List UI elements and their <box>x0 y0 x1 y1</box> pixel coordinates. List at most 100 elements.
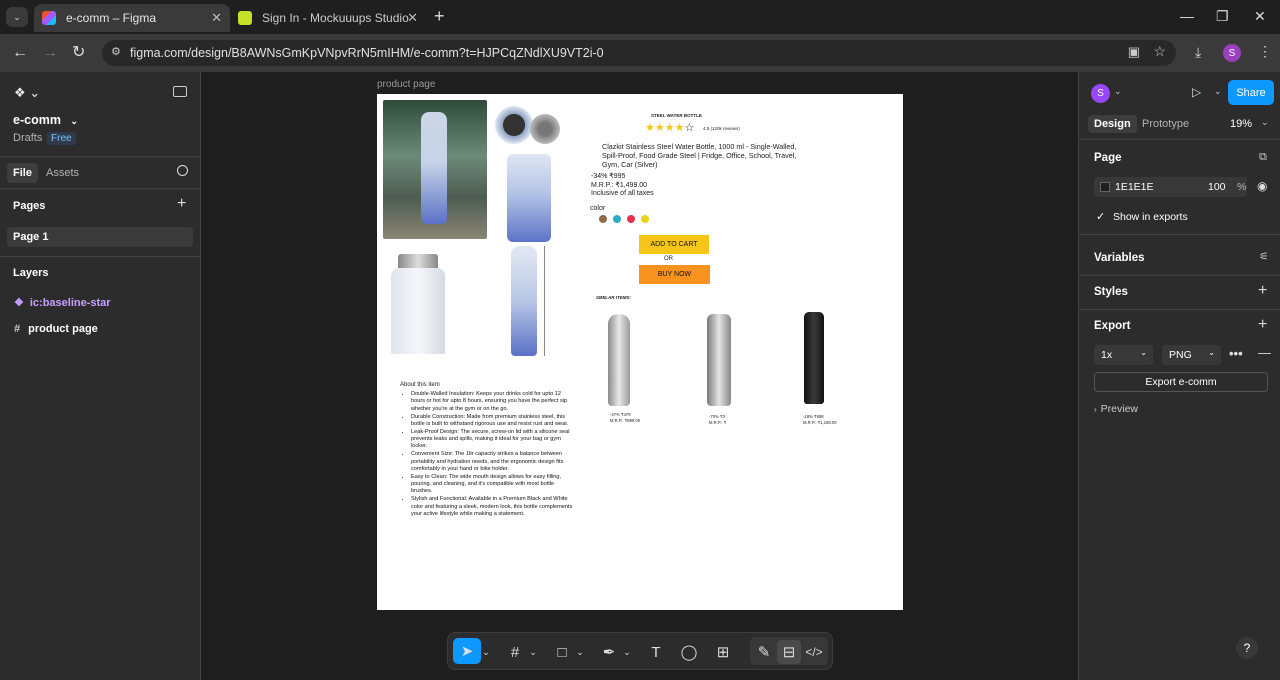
export-button[interactable]: Export e-comm <box>1094 372 1268 392</box>
layers-heading: Layers <box>13 267 49 279</box>
similar-bottle-image[interactable] <box>707 314 731 406</box>
url-text: figma.com/design/B8AWNsGmKpVNpvRrN5mIHM/… <box>130 46 604 60</box>
present-play-icon[interactable]: ▷ <box>1192 85 1201 99</box>
figma-main-menu-icon[interactable]: ❖ ⌄ <box>14 85 40 101</box>
design-mode-icon[interactable]: ⊟ <box>777 640 801 664</box>
add-style-icon[interactable]: + <box>1258 282 1267 300</box>
help-button[interactable]: ? <box>1236 637 1258 659</box>
move-tool-icon[interactable]: ➤ <box>453 638 481 664</box>
chevron-down-icon[interactable]: ⌄ <box>478 640 494 664</box>
tab-assets[interactable]: Assets <box>46 167 79 179</box>
draw-mode-icon[interactable]: ✎ <box>752 640 776 664</box>
actions-tool-icon[interactable]: ⊞ <box>711 640 735 664</box>
tab-file[interactable]: File <box>7 163 38 183</box>
page-item-page-1[interactable]: Page 1 <box>7 227 193 247</box>
similar-bottle-image[interactable] <box>608 314 630 406</box>
frame-tool-icon[interactable]: # <box>503 640 527 664</box>
layer-label: product page <box>28 323 98 335</box>
back-icon[interactable]: ← <box>12 43 28 63</box>
page-settings-icon[interactable]: ⧉ <box>1259 151 1267 164</box>
export-more-icon[interactable]: ••• <box>1229 346 1243 361</box>
chevron-down-icon[interactable]: ⌄ <box>1214 86 1222 97</box>
about-item: Easy to Clean: The wide mouth design all… <box>411 474 573 496</box>
page-heading: Page <box>1094 152 1122 164</box>
close-tab-icon[interactable]: ✕ <box>407 10 418 26</box>
star-icon: ★ <box>664 122 675 134</box>
chevron-down-icon[interactable]: ⌄ <box>572 640 588 664</box>
cap-image <box>495 106 533 144</box>
buy-now-button[interactable]: BUY NOW <box>639 265 710 284</box>
chevron-down-icon[interactable]: ⌄ <box>525 640 541 664</box>
product-page-frame[interactable]: STEEL WATER BOTTLE ★★★★☆ 4.5 (120k revie… <box>377 94 903 610</box>
address-bar[interactable]: ⚙ figma.com/design/B8AWNsGmKpVNpvRrN5mIH… <box>102 40 1176 66</box>
show-in-exports-checkbox[interactable]: ✓ <box>1096 210 1105 223</box>
color-swatch[interactable] <box>599 215 607 223</box>
close-window-icon[interactable]: ✕ <box>1254 8 1266 25</box>
add-page-icon[interactable]: + <box>177 195 186 213</box>
dev-mode-icon[interactable]: </> <box>802 640 826 664</box>
variables-settings-icon[interactable]: ⚟ <box>1259 250 1269 263</box>
chevron-down-icon[interactable]: ⌄ <box>1114 86 1122 97</box>
browser-tab-mockuuups[interactable]: Sign In - Mockuuups Studio ✕ <box>230 4 426 32</box>
remove-export-icon[interactable]: — <box>1258 345 1271 360</box>
chevron-down-icon[interactable]: ⌄ <box>1261 117 1269 128</box>
product-image-cap <box>492 102 564 148</box>
mrp-price: M.R.P.: ₹1,499.00 <box>591 182 648 189</box>
cast-icon[interactable]: ▣ <box>1128 44 1140 60</box>
zoom-level[interactable]: 19% <box>1230 118 1252 130</box>
about-item: Double-Walled Insulation: Keeps your dri… <box>411 391 573 413</box>
chevron-down-icon[interactable]: ⌄ <box>619 640 635 664</box>
frame-label[interactable]: product page <box>377 79 435 90</box>
tax-note: Inclusive of all taxes <box>591 190 654 197</box>
similar-bottle-image[interactable] <box>804 312 824 404</box>
export-format-select[interactable]: PNG ⌄ <box>1162 345 1221 365</box>
bookmark-star-icon[interactable]: ☆ <box>1153 43 1166 60</box>
layer-item-product-page[interactable]: # product page <box>14 323 98 335</box>
forward-icon[interactable]: → <box>42 43 58 63</box>
visibility-eye-icon[interactable]: ◉ <box>1257 179 1267 193</box>
add-export-icon[interactable]: + <box>1258 316 1267 334</box>
comment-tool-icon[interactable]: ◯ <box>677 640 701 664</box>
similar-price: -70% ₹3 <box>709 414 725 419</box>
similar-mrp: M.R.P.: ₹899.00 <box>610 418 641 423</box>
product-image-dimensions <box>501 244 561 362</box>
search-icon[interactable] <box>177 165 188 176</box>
color-swatch[interactable] <box>641 215 649 223</box>
new-tab-button[interactable]: + <box>434 6 445 27</box>
toggle-sidebar-icon[interactable] <box>173 86 187 97</box>
layer-item-ic-baseline-star[interactable]: ❖ ic:baseline-star <box>14 296 111 309</box>
close-tab-icon[interactable]: ✕ <box>211 10 222 26</box>
export-scale-select[interactable]: 1x ⌄ <box>1094 345 1153 365</box>
about-item: Convenient Size: The 1ltr capacity strik… <box>411 451 573 473</box>
tab-prototype[interactable]: Prototype <box>1142 118 1189 130</box>
pages-heading: Pages <box>13 200 46 212</box>
rectangle-tool-icon[interactable]: □ <box>550 640 574 664</box>
user-avatar[interactable]: S <box>1091 84 1110 103</box>
right-panel: S ⌄ ▷ ⌄ Share Design Prototype 19% ⌄ Pag… <box>1078 72 1280 680</box>
panel-divider <box>1079 275 1280 276</box>
similar-items-heading: SIMILAR ITEMS: <box>596 295 631 300</box>
preview-toggle[interactable]: › Preview <box>1094 403 1138 415</box>
profile-avatar[interactable]: S <box>1223 44 1241 62</box>
page-color-field[interactable]: 1E1E1E 100 % <box>1094 177 1247 197</box>
browser-tab-figma[interactable]: e-comm – Figma ✕ <box>34 4 230 32</box>
download-icon[interactable]: ⤓ <box>1195 44 1201 61</box>
drafts-label[interactable]: Drafts <box>13 132 42 144</box>
tab-design[interactable]: Design <box>1088 115 1137 133</box>
maximize-icon[interactable]: ❐ <box>1216 8 1229 25</box>
browser-tab-bar: ⌄ e-comm – Figma ✕ Sign In - Mockuuups S… <box>0 0 1280 34</box>
share-button[interactable]: Share <box>1228 80 1274 105</box>
color-swatch[interactable] <box>1100 182 1110 192</box>
reload-icon[interactable]: ↻ <box>72 43 85 63</box>
pen-tool-icon[interactable]: ✒ <box>597 640 621 664</box>
color-swatch[interactable] <box>627 215 635 223</box>
file-name[interactable]: e-comm ⌄ <box>13 113 78 127</box>
browser-menu-icon[interactable]: ⋮ <box>1258 43 1272 60</box>
tab-search-button[interactable]: ⌄ <box>6 7 28 27</box>
add-to-cart-button[interactable]: ADD TO CART <box>639 235 709 254</box>
color-swatch[interactable] <box>613 215 621 223</box>
site-info-icon[interactable]: ⚙ <box>111 45 121 58</box>
minimize-icon[interactable]: — <box>1180 8 1194 24</box>
text-tool-icon[interactable]: T <box>644 640 668 664</box>
product-title: Clazkit Stainless Steel Water Bottle, 10… <box>602 142 797 169</box>
